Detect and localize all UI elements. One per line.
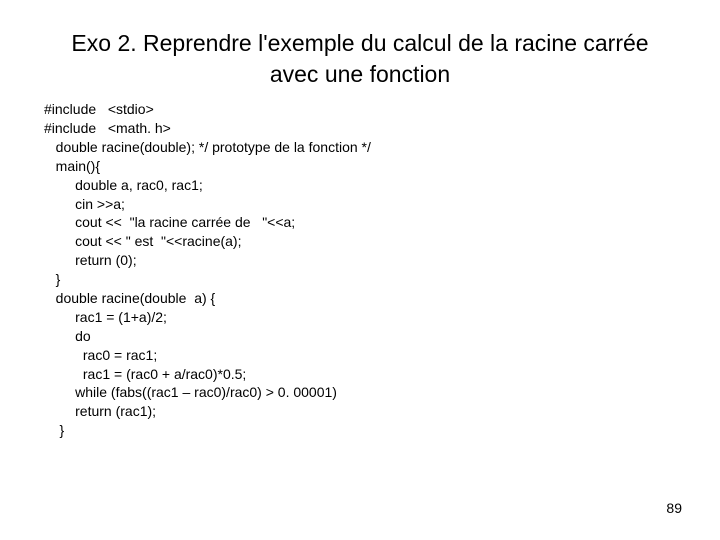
page-number: 89 (666, 500, 682, 516)
title-line-1: Exo 2. Reprendre l'exemple du calcul de … (71, 30, 648, 56)
title-line-2: avec une fonction (270, 61, 450, 87)
slide-title: Exo 2. Reprendre l'exemple du calcul de … (40, 28, 680, 90)
code-block: #include <stdio> #include <math. h> doub… (44, 100, 680, 440)
slide: Exo 2. Reprendre l'exemple du calcul de … (0, 0, 720, 540)
